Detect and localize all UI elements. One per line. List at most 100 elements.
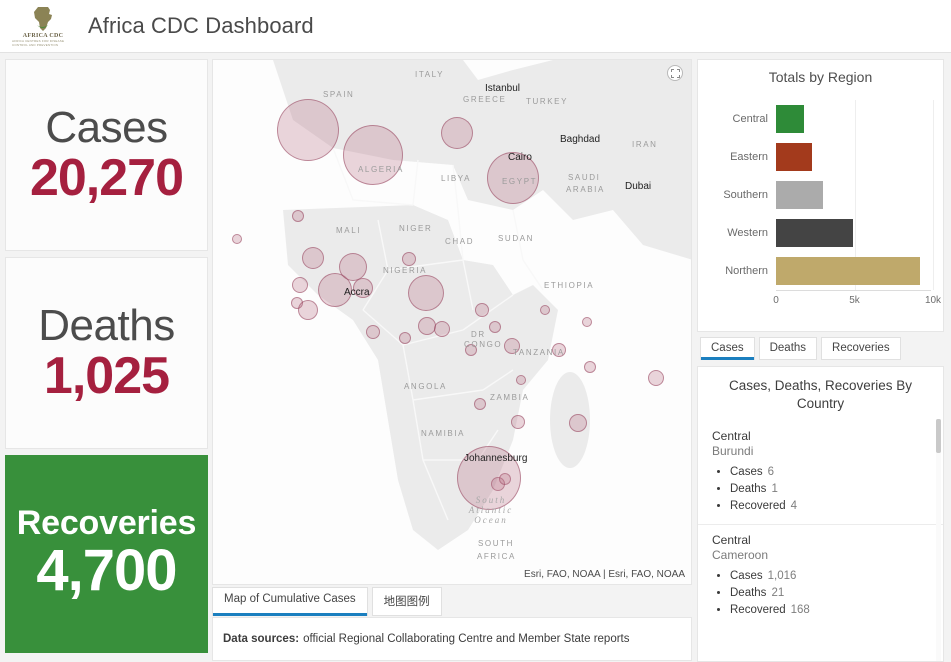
country-list-title: Cases, Deaths, Recoveries By Country bbox=[728, 378, 913, 412]
case-bubble[interactable] bbox=[441, 117, 473, 149]
kpi-card-recoveries[interactable]: Recoveries 4,700 bbox=[5, 455, 208, 653]
case-bubble[interactable] bbox=[584, 361, 596, 373]
page-title: Africa CDC Dashboard bbox=[88, 13, 314, 38]
chart-bar-row[interactable]: Southern bbox=[698, 176, 943, 214]
map-panel[interactable]: ITALY SPAIN GREECE TURKEY ALGERIA LIBYA EGYPT I… bbox=[212, 59, 692, 585]
country-stat-cases: Cases6 bbox=[730, 464, 929, 481]
tab-cases[interactable]: Cases bbox=[700, 337, 755, 360]
app-header: AFRICA CDC AFRICA CENTRES FOR DISEASE CO… bbox=[0, 0, 951, 53]
case-bubble[interactable] bbox=[402, 252, 416, 266]
country-stat-recovered: Recovered168 bbox=[730, 602, 929, 619]
country-stat-value: 4 bbox=[790, 499, 798, 512]
chart-bar-track bbox=[776, 100, 943, 138]
country-stat-deaths: Deaths1 bbox=[730, 481, 929, 498]
case-bubble[interactable] bbox=[277, 99, 339, 161]
case-bubble[interactable] bbox=[648, 370, 664, 386]
case-bubble[interactable] bbox=[516, 375, 526, 385]
case-bubble[interactable] bbox=[474, 398, 486, 410]
case-bubble[interactable] bbox=[434, 321, 450, 337]
kpi-value-deaths: 1,025 bbox=[43, 346, 170, 405]
case-bubble[interactable] bbox=[353, 278, 373, 298]
chart-bar-row[interactable]: Western bbox=[698, 214, 943, 252]
country-stat-value: 1,016 bbox=[767, 570, 797, 583]
chart-axis-line bbox=[776, 290, 931, 291]
list-scrollbar-thumb[interactable] bbox=[936, 419, 941, 453]
chart-title: Totals by Region bbox=[768, 69, 873, 85]
chart-category-label: Western bbox=[727, 227, 768, 239]
chart-bar-row[interactable]: Central bbox=[698, 100, 943, 138]
country-stats-list: Cases6Deaths1Recovered4 bbox=[730, 464, 929, 514]
case-bubble[interactable] bbox=[582, 317, 592, 327]
case-bubble[interactable] bbox=[292, 277, 308, 293]
africa-map-icon bbox=[34, 6, 52, 31]
totals-by-region-chart: Totals by Region Central Eastern Southern W… bbox=[697, 59, 944, 332]
map-attribution: Esri, FAO, NOAA | Esri, FAO, NOAA bbox=[524, 569, 685, 580]
country-stat-value: 21 bbox=[771, 587, 785, 600]
case-bubble[interactable] bbox=[569, 414, 587, 432]
country-stat-value: 1 bbox=[771, 483, 778, 496]
case-bubble[interactable] bbox=[511, 415, 525, 429]
country-stat-recovered: Recovered4 bbox=[730, 498, 929, 515]
country-stat-value: 168 bbox=[790, 603, 810, 616]
country-list-panel[interactable]: Cases, Deaths, Recoveries By Country Cen… bbox=[697, 366, 944, 662]
map-canvas[interactable]: ITALY SPAIN GREECE TURKEY ALGERIA LIBYA EGYPT I… bbox=[213, 60, 691, 584]
chart-bar-row[interactable]: Northern bbox=[698, 252, 943, 290]
country-stat-deaths: Deaths21 bbox=[730, 585, 929, 602]
case-bubble[interactable] bbox=[540, 305, 550, 315]
case-bubble[interactable] bbox=[489, 321, 501, 333]
country-stat-value: 6 bbox=[767, 466, 775, 479]
kpi-label-recoveries: Recoveries bbox=[16, 503, 197, 542]
chart-category-label: Southern bbox=[723, 189, 768, 201]
case-bubble[interactable] bbox=[292, 210, 304, 222]
case-bubble[interactable] bbox=[366, 325, 380, 339]
chart-bar[interactable] bbox=[776, 105, 805, 133]
list-scrollbar[interactable] bbox=[936, 419, 941, 661]
chart-tick-label: 10k bbox=[924, 295, 942, 306]
kpi-value-cases: 20,270 bbox=[29, 148, 184, 207]
chart-bar[interactable] bbox=[776, 257, 921, 285]
chart-bar[interactable] bbox=[776, 143, 813, 171]
tab-map-of-cumulative-cases[interactable]: Map of Cumulative Cases bbox=[212, 587, 368, 616]
tab-map-legend[interactable]: 地图图例 bbox=[371, 587, 442, 616]
country-list-item[interactable]: CentralCameroon Cases1,016Deaths21Recover… bbox=[698, 524, 943, 628]
case-bubble[interactable] bbox=[457, 446, 521, 510]
country-stats-list: Cases1,016Deaths21Recovered168 bbox=[730, 568, 929, 618]
kpi-label-deaths: Deaths bbox=[38, 300, 175, 350]
africa-cdc-logo: AFRICA CDC AFRICA CENTRES FOR DISEASE CO… bbox=[12, 2, 74, 50]
chart-bar-track bbox=[776, 252, 943, 290]
chart-plot-area: Central Eastern Southern Western Northern 0 5… bbox=[698, 94, 943, 331]
tab-recoveries[interactable]: Recoveries bbox=[821, 337, 901, 360]
expand-arrows-glyph bbox=[670, 68, 680, 78]
chart-bar-row[interactable]: Eastern bbox=[698, 138, 943, 176]
kpi-card-cases[interactable]: Cases 20,270 bbox=[5, 59, 208, 251]
expand-icon[interactable] bbox=[667, 65, 683, 81]
chart-bar[interactable] bbox=[776, 219, 853, 247]
country-region: Central bbox=[712, 533, 751, 548]
case-bubble[interactable] bbox=[475, 303, 489, 317]
chart-bar[interactable] bbox=[776, 181, 824, 209]
chart-bar-track bbox=[776, 214, 943, 252]
case-bubble[interactable] bbox=[302, 247, 324, 269]
case-bubble[interactable] bbox=[343, 125, 403, 185]
data-sources-text: official Regional Collaborating Centre a… bbox=[303, 633, 630, 645]
stat-tab-bar: Cases Deaths Recoveries bbox=[700, 337, 901, 360]
case-bubble[interactable] bbox=[408, 275, 444, 311]
case-bubble[interactable] bbox=[552, 343, 566, 357]
country-name: Cameroon bbox=[712, 548, 769, 563]
case-bubble[interactable] bbox=[465, 344, 477, 356]
data-sources-bar: Data sources: official Regional Collabor… bbox=[212, 617, 692, 661]
data-sources-label: Data sources: bbox=[223, 633, 300, 645]
case-bubble[interactable] bbox=[504, 338, 520, 354]
case-bubble[interactable] bbox=[487, 152, 539, 204]
kpi-column: Cases 20,270 Deaths 1,025 Recoveries 4,7… bbox=[5, 59, 208, 659]
case-bubble[interactable] bbox=[339, 253, 367, 281]
case-bubble[interactable] bbox=[399, 332, 411, 344]
tab-deaths[interactable]: Deaths bbox=[758, 337, 818, 360]
case-bubble[interactable] bbox=[232, 234, 242, 244]
kpi-card-deaths[interactable]: Deaths 1,025 bbox=[5, 257, 208, 449]
country-region: Central bbox=[712, 429, 751, 444]
chart-bar-track bbox=[776, 176, 943, 214]
country-list-item[interactable]: CentralBurundi Cases6Deaths1Recovered4 bbox=[698, 421, 943, 524]
case-bubble[interactable] bbox=[298, 300, 318, 320]
chart-bar-track bbox=[776, 138, 943, 176]
